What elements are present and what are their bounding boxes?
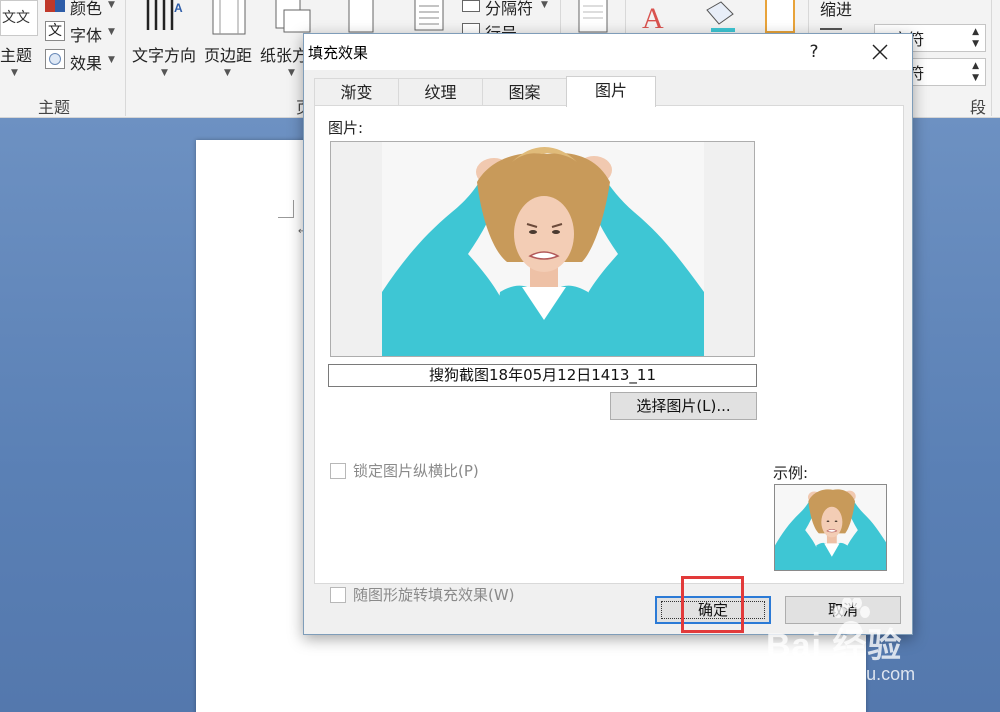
- sample-photo-image: [775, 485, 886, 570]
- size-icon: [348, 0, 374, 33]
- themes-button[interactable]: 主题: [0, 42, 32, 66]
- picture-tab-panel: 图片: 搜狗截图18年05月12日1413_11 选择图片(L)... 锁定图片…: [314, 105, 904, 604]
- dialog-titlebar[interactable]: 填充效果 ?: [304, 34, 912, 70]
- text-direction-icon: A: [146, 0, 183, 30]
- sample-label: 示例:: [773, 464, 809, 482]
- woman-photo-image: [382, 142, 704, 356]
- margins-icon: [212, 0, 246, 35]
- watermark-icon: [578, 0, 608, 33]
- themes-group-label: 主题: [38, 98, 71, 117]
- rotate-with-shape-checkbox[interactable]: [330, 587, 346, 603]
- svg-text:A: A: [174, 1, 183, 15]
- group-divider: [991, 0, 992, 116]
- colors-dropdown-arrow[interactable]: ▼: [108, 0, 115, 10]
- tab-pattern[interactable]: 图案: [482, 78, 567, 106]
- watermark-site-text: jingyan.baidu.com: [770, 664, 916, 684]
- help-button[interactable]: ?: [798, 36, 830, 68]
- indent-right-spinner[interactable]: ▲ ▼: [972, 60, 979, 84]
- themes-dropdown-arrow[interactable]: ▼: [11, 68, 18, 78]
- themes-gallery-icon[interactable]: 文文: [0, 0, 38, 36]
- page-color-icon: A: [642, 2, 664, 35]
- indent-left-spinner[interactable]: ▲ ▼: [972, 26, 979, 50]
- close-icon: [872, 44, 888, 60]
- themes-icon-text: 文文: [2, 10, 30, 26]
- colors-icon: [45, 0, 65, 12]
- dialog-title: 填充效果: [308, 44, 369, 62]
- effects-button[interactable]: 效果: [70, 50, 102, 74]
- breaks-icon: [462, 0, 480, 12]
- paper-orientation-icon: [275, 0, 311, 33]
- fill-effects-dialog: 填充效果 ? 渐变 纹理 图案 图片 图片: 搜狗截图18年05月12日1413…: [303, 33, 913, 635]
- indent-label: 缩进: [820, 0, 853, 19]
- rotate-with-shape-label: 随图形旋转填充效果(W): [353, 586, 515, 604]
- text-direction-dropdown-arrow[interactable]: ▼: [161, 68, 168, 78]
- sample-preview: [774, 484, 887, 571]
- paper-orientation-dropdown-arrow[interactable]: ▼: [288, 68, 295, 78]
- picture-filename: 搜狗截图18年05月12日1413_11: [328, 364, 757, 387]
- columns-icon: [414, 0, 444, 31]
- fonts-dropdown-arrow[interactable]: ▼: [108, 27, 115, 37]
- breaks-button[interactable]: 分隔符: [485, 0, 533, 19]
- watermark-logo-text: Bai 经验: [766, 627, 903, 665]
- fonts-button[interactable]: 字体: [70, 22, 102, 46]
- breaks-dropdown-arrow[interactable]: ▼: [541, 0, 548, 10]
- highlight-annotation: [681, 576, 744, 633]
- select-picture-button[interactable]: 选择图片(L)...: [610, 392, 757, 420]
- picture-label: 图片:: [328, 119, 364, 137]
- margins-dropdown-arrow[interactable]: ▼: [224, 68, 231, 78]
- group-divider: [125, 0, 126, 116]
- page-border-icon: [765, 0, 795, 33]
- tab-picture[interactable]: 图片: [566, 76, 656, 107]
- paper-orientation-button[interactable]: 纸张方: [260, 42, 308, 66]
- lock-aspect-label: 锁定图片纵横比(P): [353, 462, 479, 480]
- fonts-icon: 文: [45, 21, 65, 41]
- effects-dropdown-arrow[interactable]: ▼: [108, 55, 115, 65]
- page-border-paint-icon: [706, 1, 735, 32]
- margins-button[interactable]: 页边距: [204, 42, 252, 66]
- colors-button[interactable]: 颜色: [70, 0, 102, 19]
- picture-preview: [330, 141, 755, 357]
- lock-aspect-checkbox[interactable]: [330, 463, 346, 479]
- baidu-watermark: Bai 经验 jingyan.baidu.com: [760, 598, 990, 698]
- margin-corner-mark: [278, 200, 294, 218]
- close-button[interactable]: [860, 36, 900, 68]
- tab-gradient[interactable]: 渐变: [314, 78, 399, 106]
- tab-texture[interactable]: 纹理: [398, 78, 483, 106]
- effects-icon: [45, 49, 65, 69]
- svg-text:A: A: [642, 2, 664, 35]
- text-direction-button[interactable]: 文字方向: [132, 42, 196, 66]
